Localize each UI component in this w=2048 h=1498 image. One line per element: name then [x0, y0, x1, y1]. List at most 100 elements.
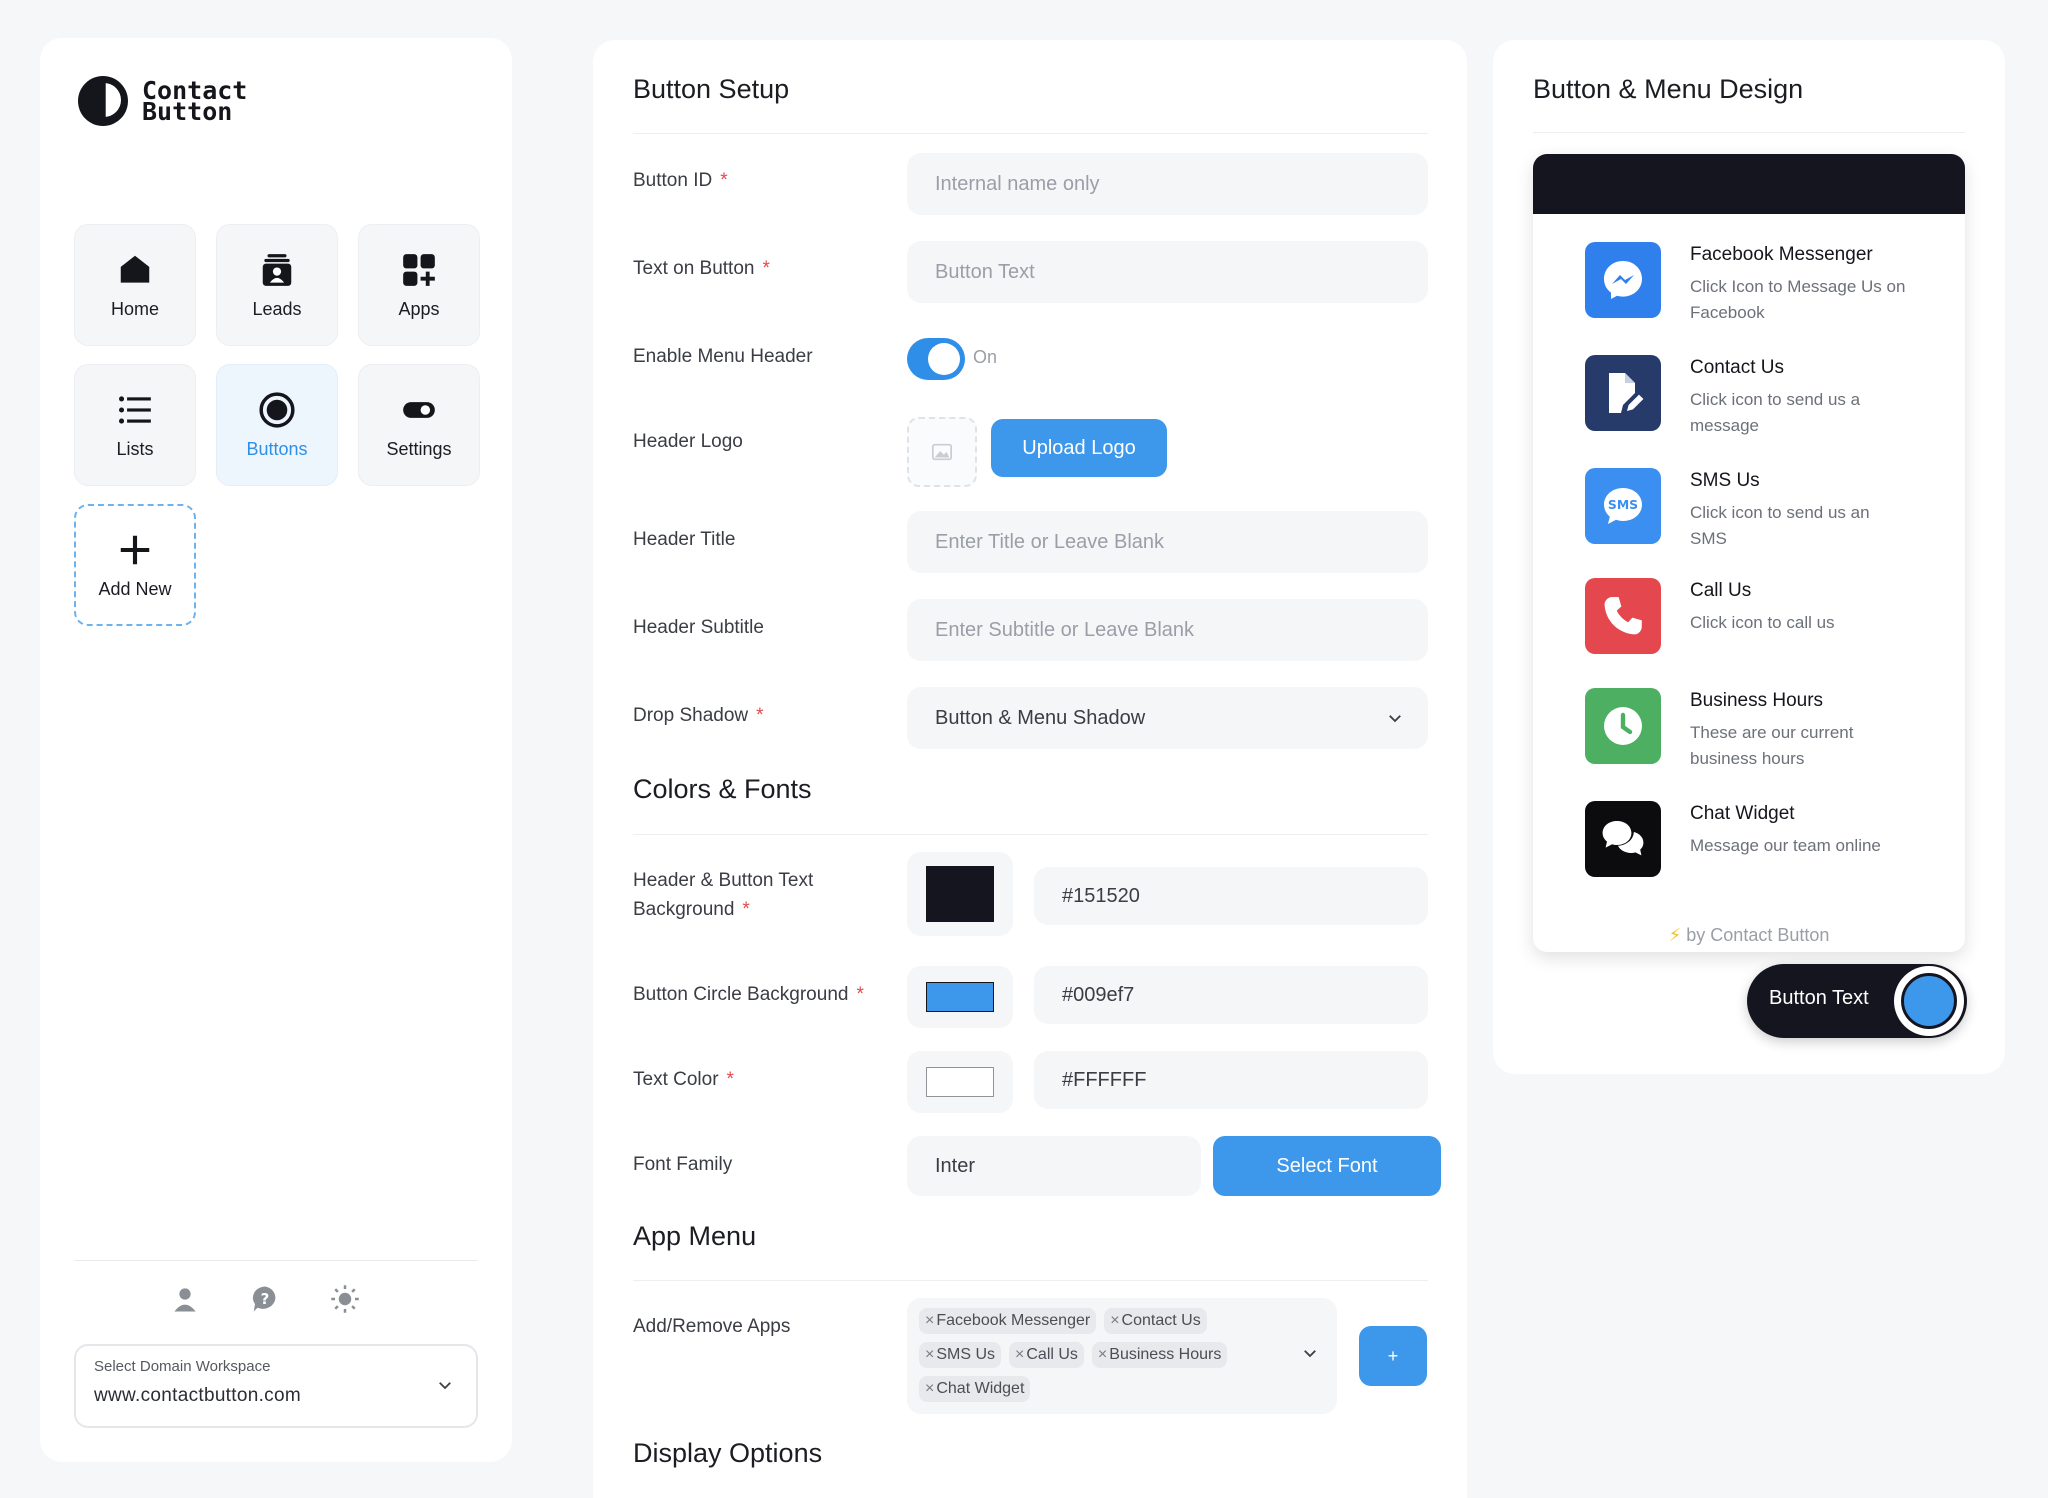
clock-icon [1585, 688, 1661, 764]
brand-line-2: Button [142, 97, 233, 126]
menu-item-call-us[interactable]: Call Us Click icon to call us [1585, 578, 1910, 654]
add-app-button[interactable]: + [1359, 1326, 1427, 1386]
menu-item-business-hours[interactable]: Business Hours These are our current bus… [1585, 688, 1910, 772]
brand-logo[interactable]: Contact Button [78, 76, 247, 126]
contact-form-icon [1585, 355, 1661, 431]
chat-icon [1585, 801, 1661, 877]
design-preview-panel: Button & Menu Design Facebook Messenger … [1493, 40, 2005, 1074]
header-bg-swatch [926, 866, 994, 922]
domain-workspace-select[interactable]: Select Domain Workspace www.contactbutto… [74, 1344, 478, 1428]
nav-add-new[interactable]: Add New [74, 504, 196, 626]
upload-logo-button[interactable]: Upload Logo [991, 419, 1167, 477]
app-tag[interactable]: × Facebook Messenger [919, 1308, 1097, 1334]
nav-buttons-label: Buttons [246, 438, 308, 459]
nav-settings[interactable]: Settings [358, 364, 480, 486]
app-tag[interactable]: × SMS Us [919, 1342, 1002, 1368]
list-icon [119, 395, 151, 424]
sms-icon: SMS [1585, 468, 1661, 544]
circle-bg-hex-value: #009ef7 [1062, 983, 1135, 1006]
button-id-input[interactable]: Internal name only [907, 153, 1428, 215]
image-icon [932, 443, 952, 461]
section-title-button-setup: Button Setup [633, 74, 790, 104]
app-tag[interactable]: × Contact Us [1104, 1308, 1207, 1334]
app-tag[interactable]: × Business Hours [1091, 1342, 1228, 1368]
section-title-colors-fonts: Colors & Fonts [633, 774, 812, 804]
font-family-input[interactable]: Inter [907, 1136, 1201, 1196]
nav-home[interactable]: Home [74, 224, 196, 346]
powered-by[interactable]: ⚡ by Contact Button [1533, 925, 1965, 946]
text-on-button-placeholder: Button Text [935, 260, 1035, 283]
nav-apps[interactable]: Apps [358, 224, 480, 346]
text-color-hex-value: #FFFFFF [1062, 1068, 1147, 1091]
chevron-down-icon [439, 1382, 451, 1390]
font-family-value: Inter [935, 1154, 976, 1177]
font-family-label: Font Family [633, 1154, 733, 1175]
workspace-label: Select Domain Workspace [94, 1358, 271, 1375]
menu-item-title: Call Us [1690, 580, 1752, 601]
nav-leads[interactable]: Leads [216, 224, 338, 346]
circle-bg-color-picker[interactable] [907, 966, 1013, 1028]
enable-menu-header-toggle[interactable] [907, 338, 965, 380]
remove-icon[interactable]: × [1098, 1346, 1107, 1363]
header-bg-color-picker[interactable] [907, 852, 1013, 936]
app-tag[interactable]: × Call Us [1009, 1342, 1084, 1368]
chevron-down-icon [1389, 715, 1401, 723]
floating-button-preview[interactable]: Button Text [1747, 964, 1967, 1038]
menu-item-title: Facebook Messenger [1690, 244, 1873, 265]
header-title-input[interactable]: Enter Title or Leave Blank [907, 511, 1428, 573]
menu-item-facebook-messenger[interactable]: Facebook Messenger Click Icon to Message… [1585, 242, 1910, 326]
nav-grid: Home Leads Apps Lists Buttons Settings A… [74, 224, 480, 626]
header-subtitle-input[interactable]: Enter Subtitle or Leave Blank [907, 599, 1428, 661]
drop-shadow-select[interactable]: Button & Menu Shadow [907, 687, 1428, 749]
section-title-app-menu: App Menu [633, 1221, 757, 1251]
text-color-picker[interactable] [907, 1051, 1013, 1113]
workspace-value: www.contactbutton.com [94, 1385, 301, 1406]
circle-bg-swatch [926, 982, 994, 1012]
logo-placeholder[interactable] [907, 417, 977, 487]
menu-preview: Facebook Messenger Click Icon to Message… [1533, 154, 1965, 952]
app-tag[interactable]: × Chat Widget [919, 1376, 1031, 1402]
section-divider [633, 133, 1428, 134]
leads-icon [262, 253, 292, 286]
header-logo-label: Header Logo [633, 431, 743, 452]
nav-lists[interactable]: Lists [74, 364, 196, 486]
header-bg-hex-input[interactable]: #151520 [1034, 867, 1428, 925]
help-icon[interactable]: ? [250, 1284, 280, 1314]
menu-item-contact-us[interactable]: Contact Us Click icon to send us a messa… [1585, 355, 1910, 439]
button-id-placeholder: Internal name only [935, 172, 1100, 195]
remove-icon[interactable]: × [925, 1380, 934, 1397]
menu-item-chat-widget[interactable]: Chat Widget Message our team online [1585, 801, 1910, 877]
user-icon[interactable] [170, 1284, 200, 1314]
theme-sun-icon[interactable] [330, 1284, 360, 1314]
header-title-label: Header Title [633, 529, 736, 550]
sidebar-utility-icons: ? [170, 1284, 360, 1314]
remove-icon[interactable]: × [925, 1346, 934, 1363]
toggle-icon [403, 401, 435, 418]
menu-item-sms-us[interactable]: SMS SMS Us Click icon to send us an SMS [1585, 468, 1910, 552]
menu-item-title: Contact Us [1690, 357, 1784, 378]
chevron-down-icon[interactable] [1301, 1344, 1319, 1362]
text-on-button-input[interactable]: Button Text [907, 241, 1428, 303]
sidebar-divider [74, 1260, 478, 1261]
menu-item-title: SMS Us [1690, 470, 1760, 491]
menu-item-desc: Message our team online [1690, 836, 1881, 855]
remove-icon[interactable]: × [925, 1312, 934, 1329]
text-color-label: Text Color * [633, 1069, 734, 1090]
apps-multiselect[interactable]: × Facebook Messenger × Contact Us × SMS Us … [907, 1298, 1337, 1414]
header-bg-hex-value: #151520 [1062, 884, 1140, 907]
svg-text:?: ? [261, 1290, 270, 1308]
remove-icon[interactable]: × [1015, 1346, 1024, 1363]
menu-item-desc: Click icon to send us an SMS [1690, 503, 1870, 548]
menu-item-desc: Click Icon to Message Us on Facebook [1690, 277, 1906, 322]
brand-wordmark: Contact Button [142, 78, 247, 126]
nav-buttons[interactable]: Buttons [216, 364, 338, 486]
circle-bg-hex-input[interactable]: #009ef7 [1034, 966, 1428, 1024]
button-setup-panel: Button Setup Button ID * Internal name on… [593, 40, 1467, 1498]
button-id-label: Button ID * [633, 170, 728, 191]
select-font-button[interactable]: Select Font [1213, 1136, 1441, 1196]
text-on-button-label: Text on Button * [633, 258, 770, 279]
remove-icon[interactable]: × [1110, 1312, 1119, 1329]
home-icon [120, 255, 150, 283]
text-color-hex-input[interactable]: #FFFFFF [1034, 1051, 1428, 1109]
header-subtitle-label: Header Subtitle [633, 617, 764, 638]
